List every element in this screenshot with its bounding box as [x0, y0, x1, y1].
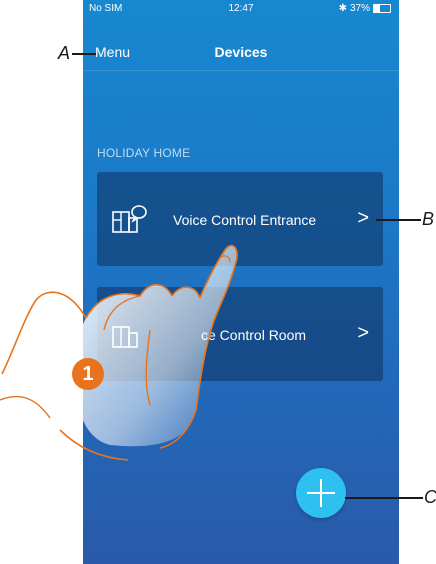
device-row-entrance[interactable]: Voice Control Entrance >: [97, 172, 383, 266]
add-device-button[interactable]: [296, 468, 346, 518]
section-label: HOLIDAY HOME: [97, 146, 191, 160]
intercom-device-icon: [112, 205, 147, 233]
battery-status: ✱ 37%: [339, 3, 391, 14]
callout-b-label: B: [422, 209, 435, 229]
chevron-right-icon: >: [357, 322, 369, 344]
callout-b-line: [376, 219, 421, 221]
device-row-room[interactable]: ce Control Room >: [97, 287, 383, 381]
battery-percent: 37%: [349, 3, 370, 14]
nav-bar: Menu Devices: [83, 30, 399, 71]
page-title: Devices: [214, 44, 268, 60]
device-name: ce Control Room: [201, 327, 307, 343]
manual-illustration: No SIM 12:47 ✱ 37% Menu Devices HOLIDAY …: [0, 0, 436, 564]
callout-c-line: [345, 497, 423, 499]
battery-icon: [373, 4, 391, 13]
bluetooth-icon: ✱: [338, 3, 347, 14]
callout-c-label: C: [424, 487, 436, 507]
callout-a-line: [72, 53, 96, 55]
intercom-device-icon: [112, 326, 138, 348]
device-name: Voice Control Entrance: [173, 212, 317, 228]
phone-screen: No SIM 12:47 ✱ 37% Menu Devices HOLIDAY …: [83, 0, 399, 564]
step-number-badge: 1: [72, 358, 104, 390]
chevron-right-icon: >: [357, 207, 369, 229]
callout-a-label: A: [58, 43, 71, 63]
status-bar: No SIM 12:47 ✱ 37%: [83, 0, 399, 20]
